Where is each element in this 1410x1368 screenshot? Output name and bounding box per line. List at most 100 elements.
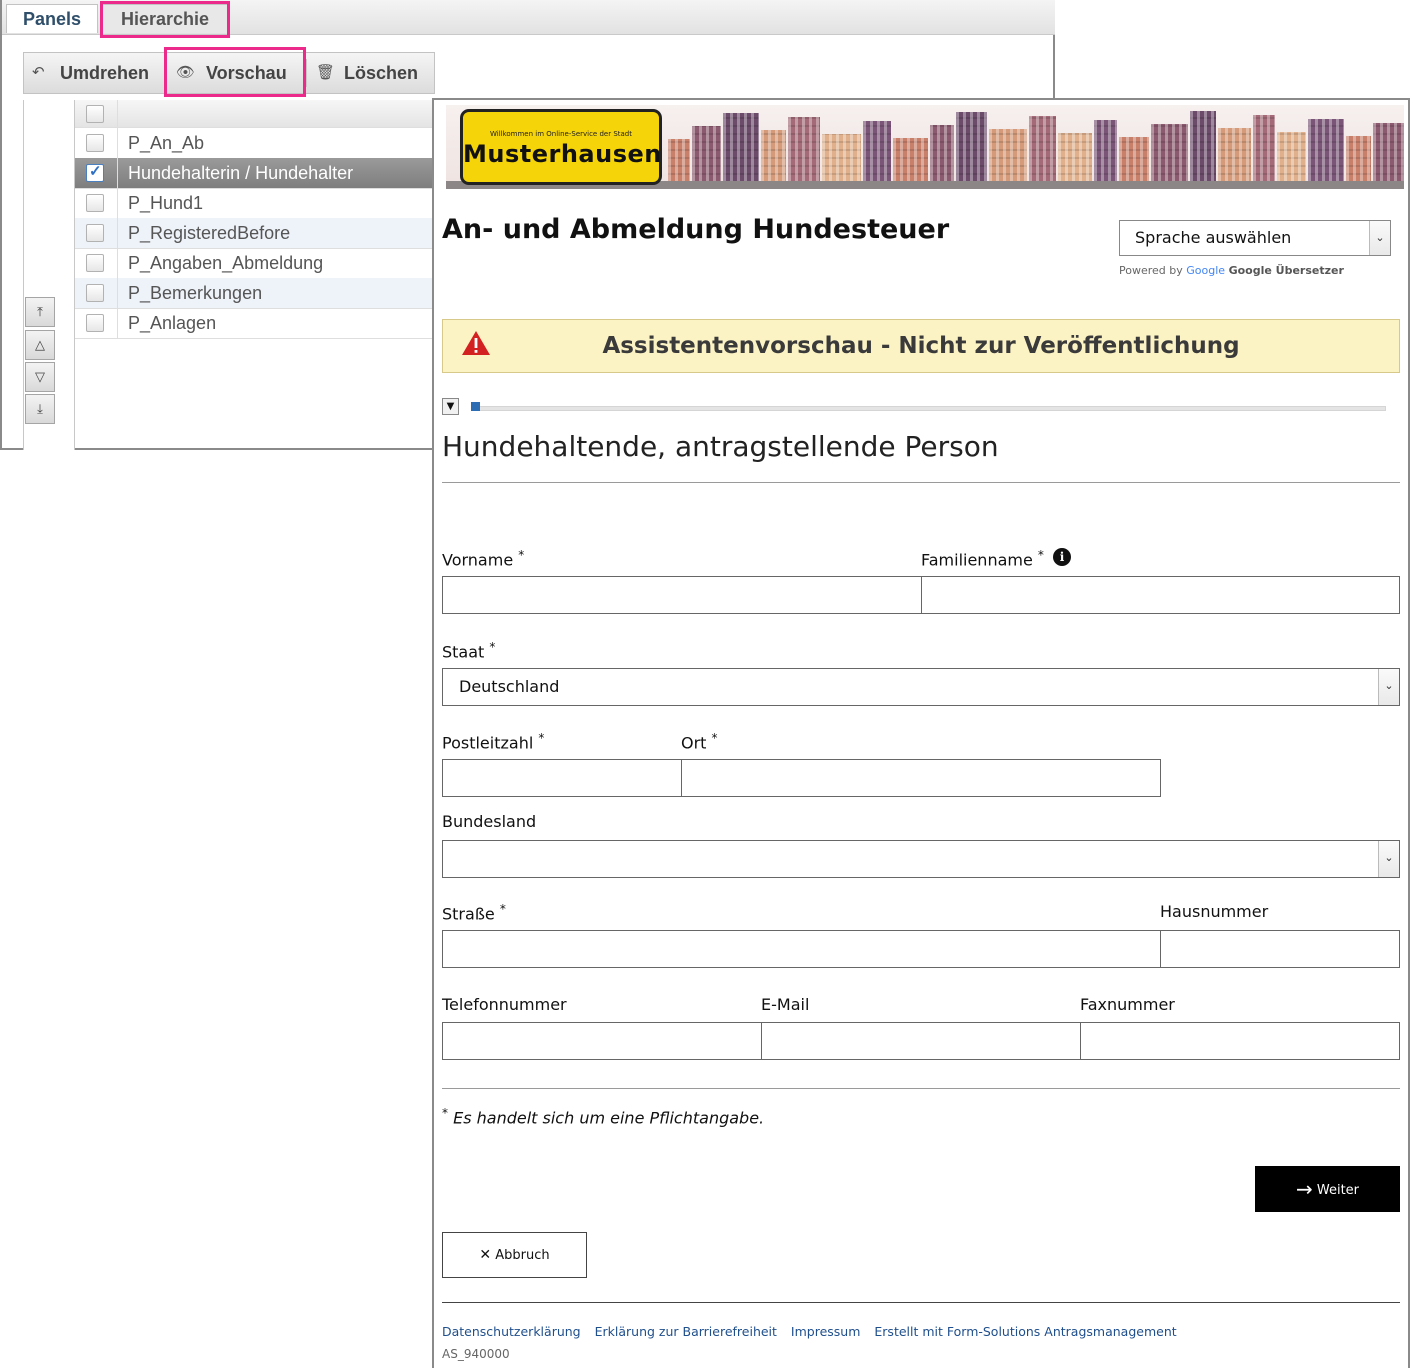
required-mark: * bbox=[711, 731, 718, 745]
skyline-building bbox=[863, 121, 891, 181]
footer-link-form-solutions[interactable]: Erstellt mit Form-Solutions Antragsmanag… bbox=[874, 1324, 1176, 1339]
move-down-button[interactable]: ▽ bbox=[25, 362, 55, 392]
preview-label: Vorschau bbox=[206, 63, 287, 83]
row-checkbox[interactable] bbox=[86, 224, 104, 242]
skyline-building bbox=[1346, 136, 1371, 181]
delete-label: Löschen bbox=[344, 63, 419, 83]
move-top-button[interactable]: ⤒ bbox=[25, 297, 55, 327]
staat-select[interactable]: Deutschland ⌄ bbox=[442, 668, 1400, 706]
skyline-building bbox=[1253, 115, 1275, 181]
skyline-building bbox=[1308, 119, 1344, 181]
table-row[interactable]: P_Anlagen bbox=[75, 308, 439, 339]
footer-link-privacy[interactable]: Datenschutzerklärung bbox=[442, 1324, 581, 1339]
skyline-building bbox=[1058, 133, 1092, 181]
bundesland-select[interactable]: ⌄ bbox=[442, 840, 1400, 878]
row-label: P_An_Ab bbox=[117, 128, 204, 158]
preview-button[interactable]: 👁 Vorschau bbox=[168, 53, 304, 93]
info-icon[interactable]: i bbox=[1053, 548, 1071, 566]
staat-label-text: Staat bbox=[442, 642, 485, 662]
skyline-building bbox=[1119, 137, 1149, 181]
delete-button[interactable]: 🗑 Löschen bbox=[308, 53, 434, 93]
row-checkbox[interactable] bbox=[86, 314, 104, 332]
skyline-building bbox=[1029, 116, 1056, 181]
familienname-label: Familienname * bbox=[921, 548, 1044, 569]
vorname-label: Vorname * bbox=[442, 548, 524, 569]
table-row[interactable]: P_Bemerkungen bbox=[75, 278, 439, 309]
email-input[interactable] bbox=[761, 1022, 1081, 1060]
row-label: Hundehalterin / Hundehalter bbox=[117, 158, 353, 188]
chevron-down-icon: ⌄ bbox=[1378, 669, 1399, 705]
toolbar-divider bbox=[306, 59, 307, 87]
table-row-selected[interactable]: Hundehalterin / Hundehalter bbox=[75, 158, 439, 189]
vorname-label-text: Vorname bbox=[442, 550, 514, 570]
table-row[interactable]: P_Hund1 bbox=[75, 188, 439, 219]
reverse-button[interactable]: ↶ Umdrehen bbox=[24, 53, 166, 93]
row-checkbox[interactable] bbox=[86, 194, 104, 212]
section-title: Hundehaltende, antragstellende Person bbox=[442, 430, 999, 463]
chevron-down-icon: ⌄ bbox=[1369, 221, 1390, 255]
table-row[interactable]: P_An_Ab bbox=[75, 128, 439, 159]
table-row[interactable]: P_RegisteredBefore bbox=[75, 218, 439, 249]
footer-link-accessibility[interactable]: Erklärung zur Barrierefreiheit bbox=[595, 1324, 777, 1339]
move-bottom-button[interactable]: ⤓ bbox=[25, 394, 55, 424]
postleitzahl-input[interactable] bbox=[442, 759, 682, 797]
staat-select-value: Deutschland bbox=[459, 677, 560, 696]
familienname-label-text: Familienname bbox=[921, 550, 1033, 570]
required-note-text: Es handelt sich um eine Pflichtangabe. bbox=[453, 1108, 765, 1128]
select-all-checkbox[interactable] bbox=[86, 105, 104, 123]
table-row[interactable]: P_Angaben_Abmeldung bbox=[75, 248, 439, 279]
row-label: P_Hund1 bbox=[117, 188, 203, 218]
required-mark: * bbox=[518, 548, 525, 562]
row-label: P_RegisteredBefore bbox=[117, 218, 290, 248]
vorname-input[interactable] bbox=[442, 576, 922, 614]
row-checkbox-checked[interactable] bbox=[86, 162, 104, 182]
row-checkbox[interactable] bbox=[86, 134, 104, 152]
skyline-building bbox=[1094, 120, 1117, 181]
town-sign-subtitle: Willkommen im Online-Service der Stadt bbox=[489, 130, 632, 138]
cancel-button[interactable]: ✕ Abbruch bbox=[442, 1232, 587, 1278]
fax-label-text: Faxnummer bbox=[1080, 995, 1175, 1014]
eye-icon: 👁 bbox=[176, 64, 196, 81]
bundesland-label: Bundesland bbox=[442, 812, 536, 831]
editor-toolbar: ↶ Umdrehen 👁 Vorschau 🗑 Löschen bbox=[23, 52, 435, 94]
required-mark: * bbox=[489, 640, 496, 654]
progress-toggle-icon[interactable]: ▼ bbox=[442, 398, 459, 415]
tab-hierarchie[interactable]: Hierarchie bbox=[102, 4, 228, 33]
familienname-input[interactable] bbox=[921, 576, 1400, 614]
progress-track bbox=[478, 406, 1386, 411]
strasse-label-text: Straße bbox=[442, 904, 495, 924]
footer-link-imprint[interactable]: Impressum bbox=[791, 1324, 860, 1339]
fax-input[interactable] bbox=[1080, 1022, 1400, 1060]
grid-gutter: ⤒ △ ▽ ⤓ bbox=[24, 100, 75, 450]
fax-label: Faxnummer bbox=[1080, 995, 1175, 1014]
required-mark: * bbox=[499, 902, 506, 916]
strasse-label: Straße * bbox=[442, 902, 506, 923]
telefon-input[interactable] bbox=[442, 1022, 762, 1060]
arrow-right-icon: → bbox=[1295, 1177, 1313, 1201]
skyline-building bbox=[822, 134, 861, 181]
ort-input[interactable] bbox=[681, 759, 1161, 797]
hausnummer-label: Hausnummer bbox=[1160, 902, 1268, 921]
powered-prefix: Powered by bbox=[1119, 264, 1183, 277]
translate-brand: Google Übersetzer bbox=[1228, 264, 1344, 277]
telefon-label: Telefonnummer bbox=[442, 995, 567, 1014]
language-select[interactable]: Sprache auswählen ⌄ bbox=[1119, 220, 1391, 256]
editor-tabbar: Panels Hierarchie bbox=[2, 0, 1055, 35]
row-checkbox[interactable] bbox=[86, 254, 104, 272]
close-icon: ✕ bbox=[479, 1247, 492, 1263]
hausnummer-input[interactable] bbox=[1160, 930, 1400, 968]
move-up-button[interactable]: △ bbox=[25, 330, 55, 360]
skyline-building bbox=[1190, 111, 1216, 181]
email-label-text: E-Mail bbox=[761, 995, 810, 1014]
town-sign-name: Musterhausen bbox=[463, 140, 662, 168]
town-sign-logo: Willkommen im Online-Service der Stadt M… bbox=[460, 109, 662, 185]
next-label: Weiter bbox=[1316, 1183, 1360, 1198]
panel-grid: ⤒ △ ▽ ⤓ P_An_Ab Hundehalterin / Hundehal… bbox=[23, 100, 439, 450]
next-button[interactable]: → Weiter bbox=[1255, 1166, 1400, 1212]
strasse-input[interactable] bbox=[442, 930, 1161, 968]
skyline-building bbox=[668, 139, 690, 181]
cancel-label: Abbruch bbox=[495, 1248, 550, 1263]
row-checkbox[interactable] bbox=[86, 284, 104, 302]
tab-panels[interactable]: Panels bbox=[6, 4, 98, 33]
google-translate-credit: Powered by Google Google Übersetzer bbox=[1119, 264, 1344, 277]
